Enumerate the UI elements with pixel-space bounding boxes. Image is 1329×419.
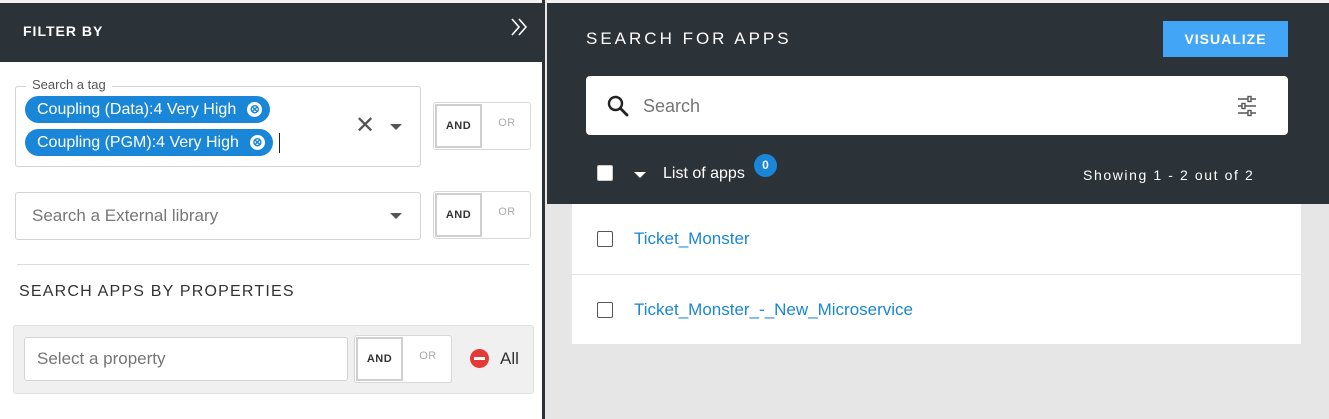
tag-chip-label: Coupling (PGM):4 Very High <box>37 134 239 151</box>
tag-chip-label: Coupling (Data):4 Very High <box>37 101 237 118</box>
tag-logic-toggle: AND OR <box>433 102 531 150</box>
filter-panel-header: FILTER BY <box>0 0 542 62</box>
apps-panel-title: SEARCH FOR APPS <box>586 29 792 48</box>
external-library-select[interactable]: Search a External library <box>15 192 421 240</box>
list-item: Ticket_Monster_-_New_Microservice <box>572 274 1301 343</box>
double-chevron-right-icon[interactable] <box>508 16 530 38</box>
pagination-status: Showing 1 - 2 out of 2 <box>1083 167 1255 183</box>
tag-chip: Coupling (PGM):4 Very High ⊗ <box>25 129 273 156</box>
all-label: All <box>500 349 519 368</box>
apps-list: Ticket_Monster Ticket_Monster_-_New_Micr… <box>572 204 1301 344</box>
app-name-link[interactable]: Ticket_Monster <box>634 229 750 249</box>
apps-search-input[interactable] <box>643 93 1203 119</box>
app-checkbox[interactable] <box>597 302 613 318</box>
select-all-checkbox[interactable] <box>597 165 613 181</box>
external-library-placeholder: Search a External library <box>32 206 219 225</box>
app-name-link[interactable]: Ticket_Monster_-_New_Microservice <box>634 300 913 320</box>
text-cursor <box>279 133 280 153</box>
chip-remove-icon[interactable]: ⊗ <box>247 102 263 117</box>
external-library-logic-toggle: AND OR <box>433 191 531 239</box>
tag-search-label: Search a tag <box>26 77 112 92</box>
property-select-input[interactable] <box>24 337 348 381</box>
tag-logic-and-button[interactable]: AND <box>435 104 482 148</box>
list-of-apps-label: List of apps <box>663 165 745 182</box>
sliders-icon[interactable] <box>1236 94 1258 118</box>
property-or-button[interactable]: OR <box>405 336 451 382</box>
external-library-or-button[interactable]: OR <box>484 192 530 238</box>
external-library-dropdown-arrow-icon[interactable] <box>390 213 402 219</box>
app-checkbox[interactable] <box>597 231 613 247</box>
clear-tags-icon[interactable]: ✕ <box>355 114 375 138</box>
property-logic-toggle: AND OR <box>354 335 452 383</box>
apps-search-bar <box>586 76 1288 135</box>
chip-remove-icon[interactable]: ⊗ <box>249 135 265 150</box>
selected-count-badge: 0 <box>754 154 777 177</box>
visualize-button[interactable]: VISUALIZE <box>1163 21 1288 57</box>
filter-panel-title: FILTER BY <box>23 23 104 39</box>
property-and-button[interactable]: AND <box>356 337 403 381</box>
minus-circle-icon[interactable] <box>470 349 489 368</box>
tag-logic-or-button[interactable]: OR <box>484 103 530 149</box>
search-icon <box>607 95 629 117</box>
list-item: Ticket_Monster <box>572 204 1301 273</box>
select-menu-arrow-icon[interactable] <box>634 172 646 178</box>
properties-section-title: SEARCH APPS BY PROPERTIES <box>19 283 295 300</box>
external-library-and-button[interactable]: AND <box>435 193 482 237</box>
tag-dropdown-arrow-icon[interactable] <box>390 124 402 130</box>
section-divider <box>17 264 529 265</box>
tag-chip: Coupling (Data):4 Very High ⊗ <box>25 96 271 123</box>
